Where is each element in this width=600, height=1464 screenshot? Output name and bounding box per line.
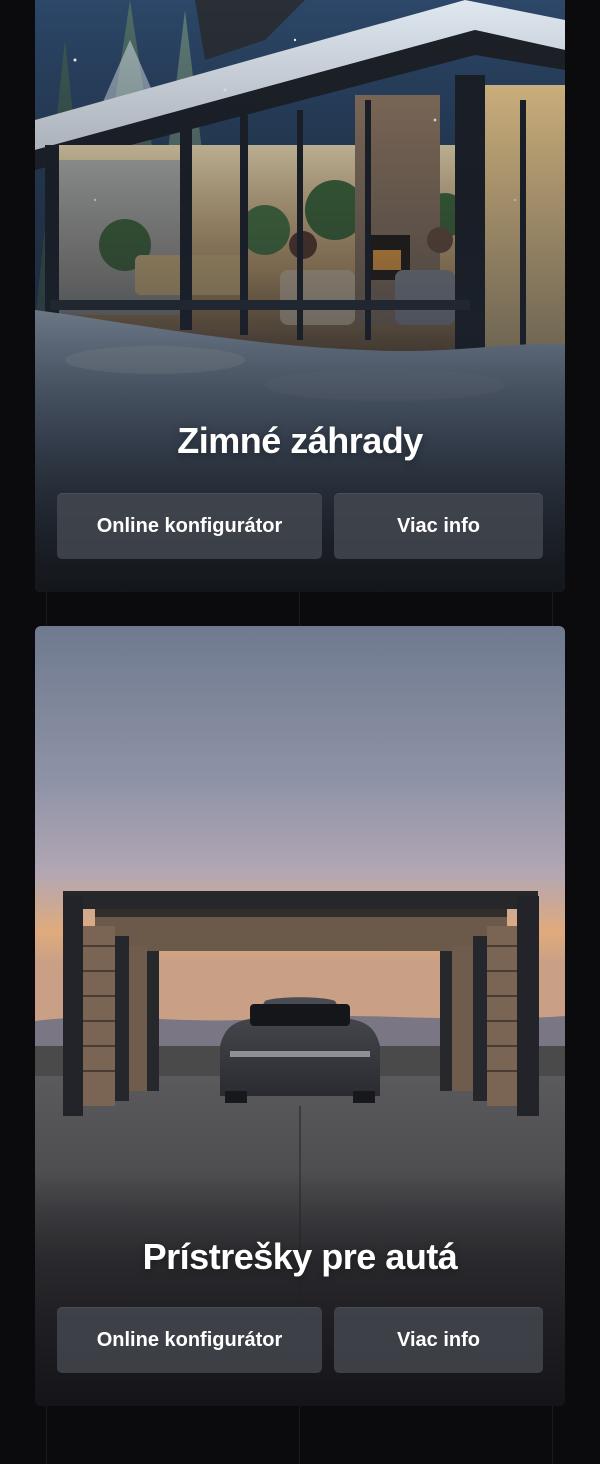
divider: [552, 592, 553, 626]
card-title: Zimné záhrady: [177, 420, 423, 461]
divider: [299, 592, 300, 626]
winter-garden-card[interactable]: Zimné záhrady Online konfigurátor Viac i…: [35, 0, 565, 592]
carport-image: [35, 626, 565, 1406]
divider: [552, 1406, 553, 1464]
divider: [46, 1406, 47, 1464]
page: Zimné záhrady Online konfigurátor Viac i…: [0, 0, 600, 1464]
divider: [46, 592, 47, 626]
divider: [299, 1406, 300, 1464]
more-info-button[interactable]: Viac info: [334, 493, 543, 559]
online-configurator-button[interactable]: Online konfigurátor: [57, 493, 322, 559]
card-title: Prístrešky pre autá: [142, 1236, 458, 1277]
more-info-button[interactable]: Viac info: [334, 1307, 543, 1373]
online-configurator-button[interactable]: Online konfigurátor: [57, 1307, 322, 1373]
carport-card[interactable]: Prístrešky pre autá Online konfigurátor …: [35, 626, 565, 1406]
